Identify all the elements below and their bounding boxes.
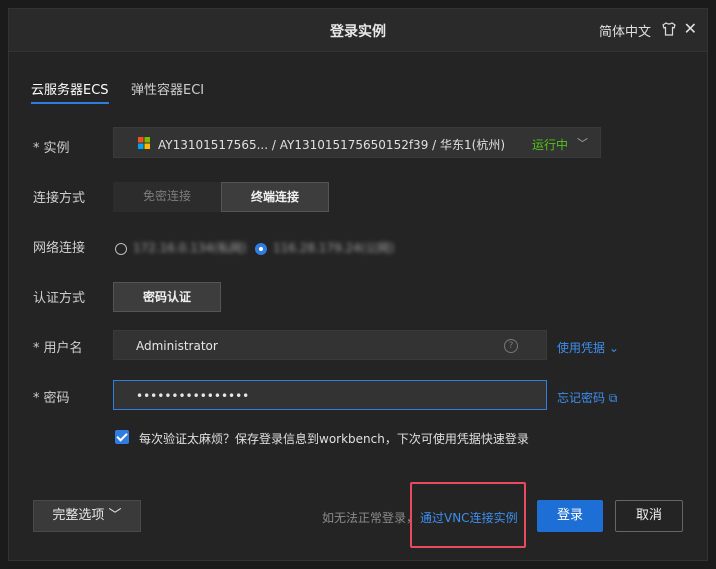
public-ip-text: 116.28.179.24(公网) <box>273 241 395 255</box>
more-options-button[interactable]: 完整选项 ﹀ <box>33 500 141 532</box>
vnc-connect-link[interactable]: 通过VNC连接实例 <box>420 509 518 526</box>
private-ip-text: 172.16.0.134(私网) <box>133 241 247 255</box>
help-icon[interactable]: ? <box>504 339 518 353</box>
instance-status-badge: 运行中 <box>531 138 568 152</box>
username-input[interactable]: Administrator ? <box>113 330 547 360</box>
chevron-down-icon: ﹀ <box>577 137 588 150</box>
network-public-radio[interactable]: 116.28.179.24(公网) <box>255 239 394 256</box>
tab-ecs[interactable]: 云服务器ECS <box>31 79 109 104</box>
radio-unchecked-icon <box>115 242 127 255</box>
instance-select[interactable]: AY13101517565... / AY131015175650152f39 … <box>113 127 601 158</box>
windows-icon <box>138 137 150 149</box>
login-button[interactable]: 登录 <box>537 500 603 532</box>
forgot-password-link[interactable]: 忘记密码 ⧉ <box>557 389 617 406</box>
password-auth-button[interactable]: 密码认证 <box>113 282 221 312</box>
password-label: * 密码 <box>33 391 70 406</box>
remember-checkbox[interactable] <box>115 430 129 444</box>
terminal-option[interactable]: 终端连接 <box>221 182 329 212</box>
remember-label: 每次验证太麻烦？保存登录信息到workbench，下次可使用凭据快速登录 <box>139 432 529 446</box>
use-credential-link[interactable]: 使用凭据 ⌄ <box>557 339 619 356</box>
radio-checked-icon <box>255 242 267 255</box>
login-dialog: 登录实例 简体中文 ✕ 云服务器ECS 弹性容器ECI * 实例 AY131015… <box>8 8 708 561</box>
network-label: 网络连接 <box>33 241 86 256</box>
passwordless-option[interactable]: 免密连接 <box>113 182 221 212</box>
language-switch[interactable]: 简体中文 <box>599 21 651 40</box>
tshirt-icon[interactable] <box>661 21 677 37</box>
tab-eci[interactable]: 弹性容器ECI <box>131 79 204 98</box>
connection-method-label: 连接方式 <box>33 191 86 206</box>
login-hint-text: 如无法正常登录， <box>322 511 419 525</box>
username-label: * 用户名 <box>33 341 83 356</box>
cancel-button[interactable]: 取消 <box>615 500 683 532</box>
auth-method-label: 认证方式 <box>33 291 86 306</box>
dialog-titlebar: 登录实例 简体中文 ✕ <box>9 9 707 52</box>
close-icon[interactable]: ✕ <box>684 19 697 38</box>
password-field[interactable]: •••••••••••••••• <box>113 380 547 410</box>
instance-label: * 实例 <box>33 141 70 156</box>
instance-value: AY13101517565... / AY131015175650152f39 … <box>158 138 505 152</box>
network-private-radio[interactable]: 172.16.0.134(私网) <box>115 239 247 256</box>
